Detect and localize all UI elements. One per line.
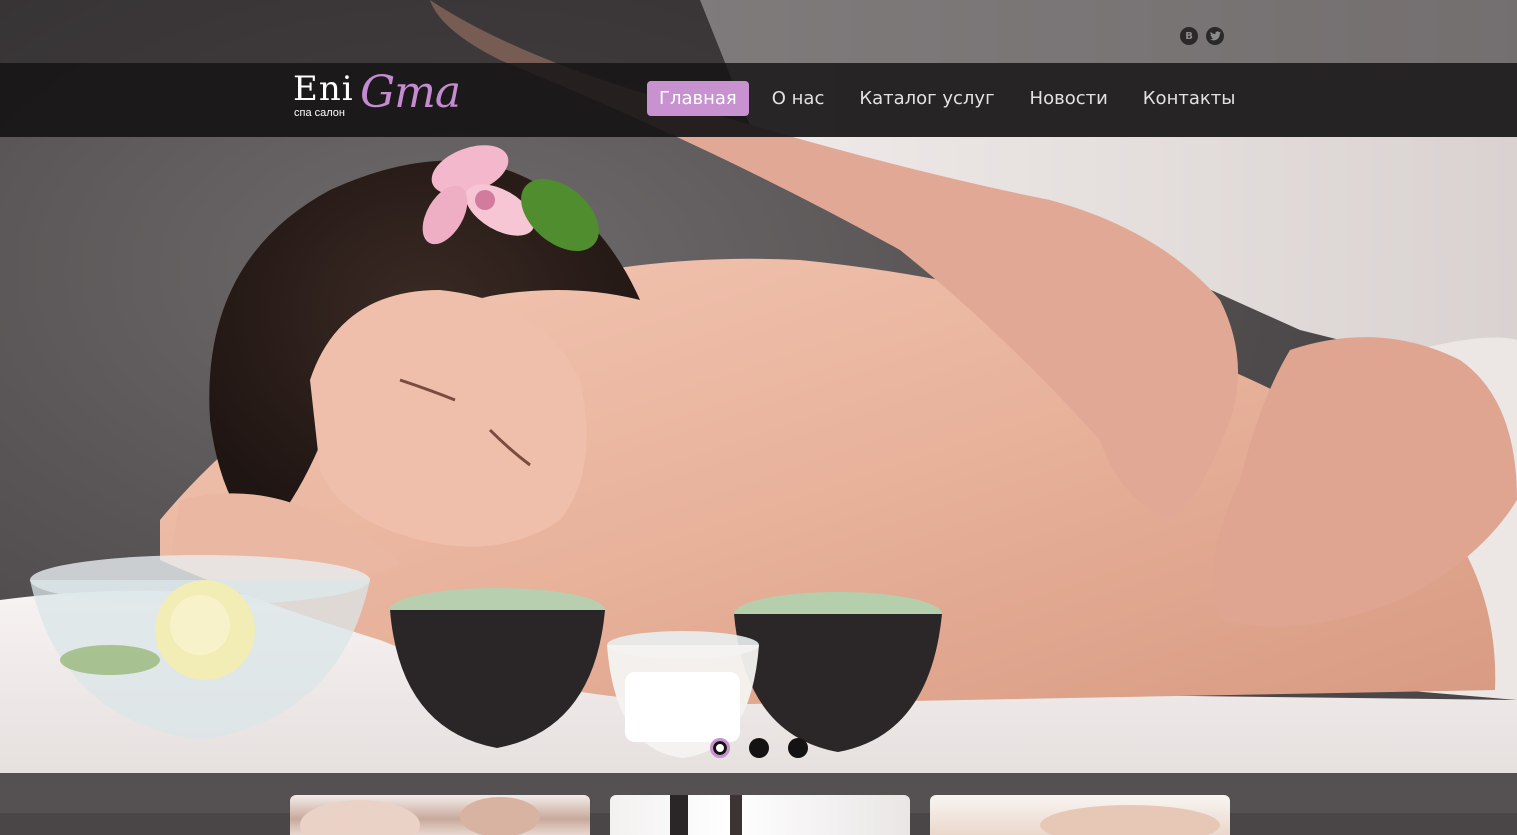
slider-pagination [710,738,808,758]
service-card-1[interactable] [290,795,590,835]
service-card-3[interactable] [930,795,1230,835]
site-logo[interactable]: Eni Gma спа салон [292,67,461,133]
nav-item-about[interactable]: О нас [760,81,837,116]
service-card-2-image [670,795,742,835]
social-links: B [1180,27,1224,45]
service-card-2[interactable] [610,795,910,835]
nav-item-contacts[interactable]: Контакты [1131,81,1248,116]
twitter-icon[interactable] [1206,27,1224,45]
main-navbar: Eni Gma спа салон Главная О нас Каталог … [0,63,1517,137]
slider-dot-3[interactable] [788,738,808,758]
service-card-3-image [1040,805,1220,835]
slider-dot-2[interactable] [749,738,769,758]
main-menu: Главная О нас Каталог услуг Новости Конт… [647,81,1258,116]
service-card-1-image [300,797,540,835]
logo-tagline: спа салон [294,107,345,119]
nav-item-news[interactable]: Новости [1018,81,1120,116]
logo-text-script: Gma [360,67,461,118]
slider-dot-1[interactable] [710,738,730,758]
vk-icon[interactable]: B [1180,27,1198,45]
nav-item-home[interactable]: Главная [647,81,749,116]
nav-item-services[interactable]: Каталог услуг [847,81,1006,116]
twitter-bird-glyph [1209,31,1221,41]
top-strip: B [0,0,1517,63]
services-preview-section [0,773,1517,835]
logo-text-primary: Eni [293,69,354,109]
